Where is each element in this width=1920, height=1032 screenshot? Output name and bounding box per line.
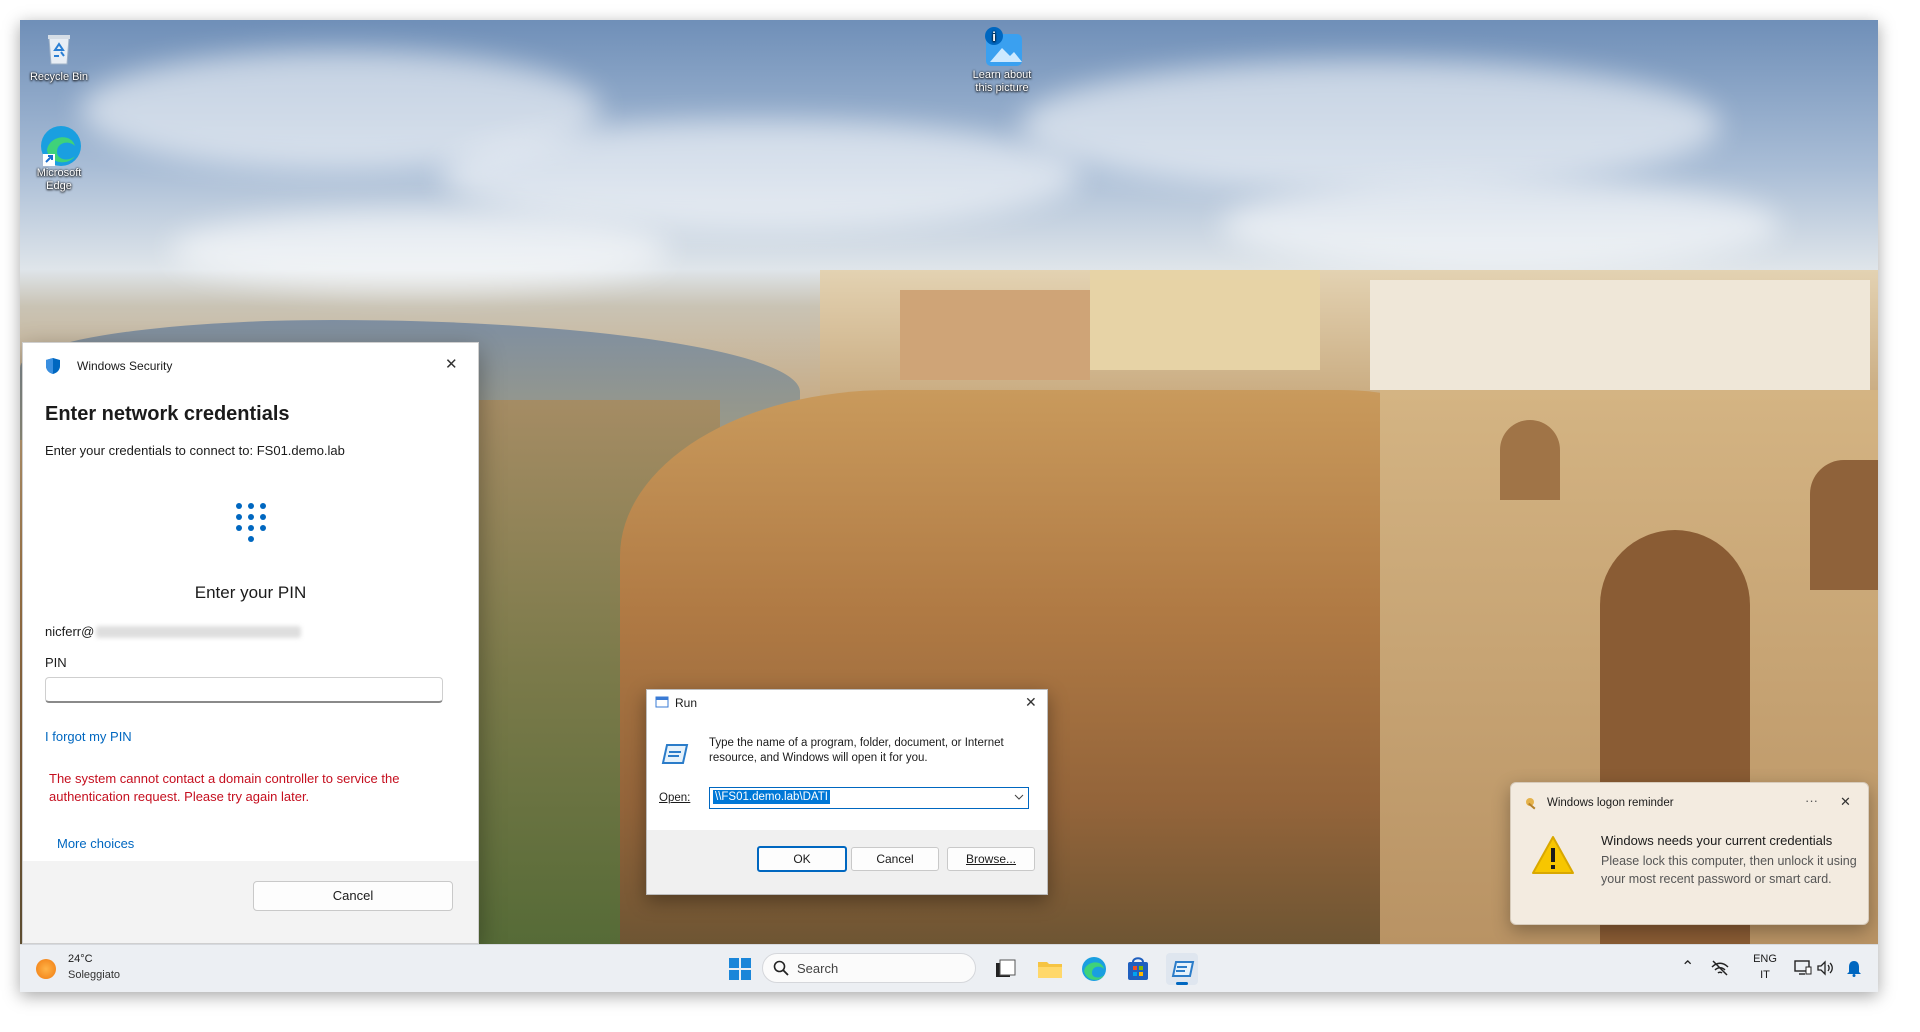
pin-input[interactable]: [45, 677, 443, 703]
pin-keypad-icon: [233, 501, 269, 547]
start-button[interactable]: [724, 953, 756, 985]
shield-icon: [45, 357, 61, 375]
run-footer: OK Cancel Browse...: [647, 830, 1047, 894]
windows-security-dialog: Windows Security ✕ Enter network credent…: [22, 342, 479, 944]
forgot-pin-link[interactable]: I forgot my PIN: [45, 729, 132, 744]
edge-taskbar-button[interactable]: [1078, 953, 1110, 985]
run-taskbar-button[interactable]: [1166, 953, 1198, 985]
desktop-icon-label: Recycle Bin: [29, 71, 89, 83]
sun-icon: [36, 959, 56, 979]
ok-button[interactable]: OK: [757, 846, 847, 872]
store-button[interactable]: [1122, 953, 1154, 985]
edge-icon: [39, 124, 81, 166]
username: nicferr@: [45, 624, 95, 639]
recycle-bin-icon: [39, 28, 79, 68]
browse-button[interactable]: Browse...: [947, 847, 1035, 871]
weather-widget[interactable]: 24°C Soleggiato: [34, 951, 154, 987]
run-description: Type the name of a program, folder, docu…: [709, 737, 1004, 764]
windows-logo-icon: [729, 958, 751, 980]
store-icon: [1128, 957, 1148, 980]
logon-reminder-toast[interactable]: Windows logon reminder ··· ✕ Windows nee…: [1510, 782, 1869, 925]
taskbar-search[interactable]: Search: [762, 953, 976, 983]
run-app-icon: [655, 696, 669, 708]
active-indicator: [1176, 982, 1188, 985]
run-title: Run: [675, 696, 698, 710]
run-program-icon: [661, 742, 689, 766]
close-icon[interactable]: ✕: [1840, 794, 1851, 810]
close-icon[interactable]: ✕: [1025, 694, 1037, 711]
warning-icon: [1531, 835, 1575, 875]
edge-icon: [1082, 957, 1106, 981]
run-icon: [1171, 961, 1195, 977]
desktop-icon-label: this picture: [975, 82, 1029, 94]
toast-title: Windows needs your current credentials: [1601, 833, 1833, 848]
desktop-icon-label: Edge: [46, 180, 72, 192]
error-message: The system cannot contact a domain contr…: [49, 771, 400, 804]
dialog-footer: Cancel: [23, 861, 478, 943]
language-indicator[interactable]: ENG IT: [1748, 951, 1782, 983]
dialog-app-title: Windows Security: [77, 359, 173, 373]
close-icon[interactable]: ✕: [445, 355, 458, 373]
chevron-down-icon[interactable]: [1014, 790, 1024, 807]
desktop-icon-learn-about-picture[interactable]: i Learn about this picture: [965, 26, 1039, 95]
username-blurred: [96, 625, 302, 638]
svg-text:i: i: [992, 29, 996, 44]
username-row: nicferr@: [45, 624, 302, 639]
task-view-button[interactable]: [990, 953, 1022, 985]
toast-app-name: Windows logon reminder: [1547, 797, 1674, 809]
folder-icon: [1038, 962, 1062, 978]
run-dialog: Run ✕ Type the name of a program, folder…: [646, 689, 1048, 895]
language-bottom: IT: [1760, 969, 1770, 981]
pin-label: PIN: [45, 655, 67, 670]
weather-desc: Soleggiato: [68, 969, 120, 981]
dialog-subtitle: Enter your credentials to connect to: FS…: [45, 443, 345, 458]
cancel-button[interactable]: Cancel: [253, 881, 453, 911]
open-label: Open:: [659, 792, 691, 804]
pin-prompt: Enter your PIN: [194, 583, 307, 602]
desktop-icon-recycle-bin[interactable]: Recycle Bin: [22, 28, 96, 84]
taskbar: 24°C Soleggiato Search ⌃ ENG IT: [20, 944, 1878, 992]
language-top: ENG: [1753, 953, 1777, 965]
network-off-icon[interactable]: [1710, 959, 1730, 980]
search-icon: [773, 960, 789, 979]
desktop-screen: Recycle Bin Microsoft Edge i Learn about…: [20, 20, 1878, 992]
toast-body: Please lock this computer, then unlock i…: [1601, 854, 1857, 886]
desktop-icon-microsoft-edge[interactable]: Microsoft Edge: [22, 124, 96, 193]
more-options-icon[interactable]: ···: [1805, 793, 1818, 808]
notification-bell-icon[interactable]: [1846, 959, 1862, 980]
display-icon[interactable]: [1794, 959, 1812, 980]
open-input[interactable]: \\FS01.demo.lab\DATI: [713, 790, 830, 804]
file-explorer-button[interactable]: [1034, 953, 1066, 985]
dialog-heading: Enter network credentials: [45, 403, 290, 425]
search-placeholder: Search: [797, 961, 839, 976]
cancel-button[interactable]: Cancel: [851, 847, 939, 871]
toast-app-icon: [1525, 797, 1539, 811]
show-hidden-icons-button[interactable]: ⌃: [1681, 957, 1694, 977]
task-view-icon: [996, 959, 1016, 977]
volume-icon[interactable]: [1816, 959, 1834, 980]
open-combobox[interactable]: \\FS01.demo.lab\DATI: [709, 787, 1029, 809]
weather-temp: 24°C: [68, 953, 93, 965]
more-choices-link[interactable]: More choices: [57, 836, 134, 851]
learn-about-picture-icon: i: [982, 26, 1022, 66]
desktop-icon-label: Learn about: [972, 69, 1032, 81]
desktop-icon-label: Microsoft: [36, 167, 82, 179]
